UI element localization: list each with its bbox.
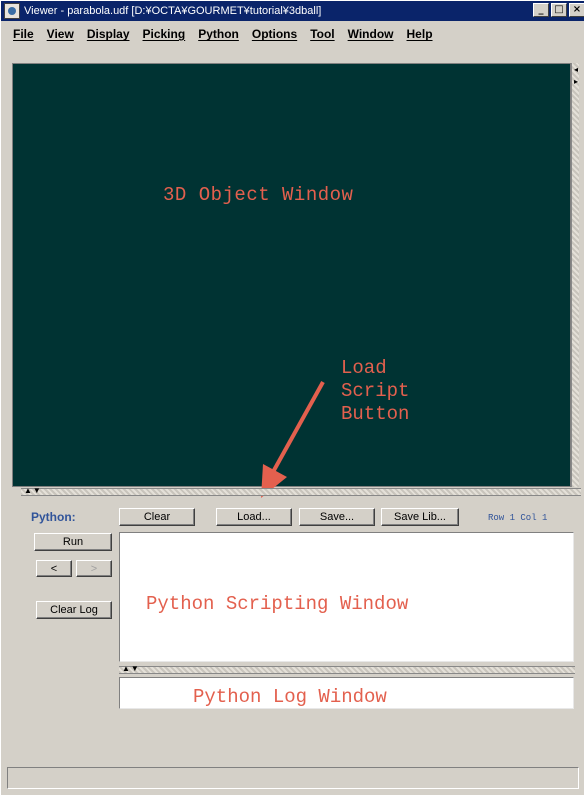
title-bar[interactable]: Viewer - parabola.udf [D:¥OCTA¥GOURMET¥t… bbox=[1, 1, 584, 21]
main-splitter[interactable]: ▲▼ bbox=[21, 486, 581, 496]
window-title: Viewer - parabola.udf [D:¥OCTA¥GOURMET¥t… bbox=[24, 5, 322, 17]
python-splitter[interactable]: ▲▼ bbox=[119, 664, 575, 674]
save-lib-button[interactable]: Save Lib... bbox=[381, 508, 459, 526]
close-button[interactable]: × bbox=[569, 3, 584, 17]
menu-view[interactable]: View bbox=[47, 27, 74, 41]
run-button[interactable]: Run bbox=[34, 533, 112, 551]
scroll-right-icon[interactable]: ▸ bbox=[572, 77, 580, 87]
python-log-window[interactable]: Python Log Window bbox=[119, 677, 574, 709]
maximize-button[interactable]: □ bbox=[551, 3, 567, 17]
status-bar bbox=[7, 767, 579, 789]
clear-log-button[interactable]: Clear Log bbox=[36, 601, 112, 619]
window-controls: _ □ × bbox=[531, 3, 584, 17]
app-icon bbox=[4, 3, 20, 19]
load-script-annotation: Load Script Button bbox=[341, 357, 409, 426]
row-col-indicator: Row 1 Col 1 bbox=[488, 513, 548, 523]
menu-help[interactable]: Help bbox=[407, 27, 433, 41]
log-window-label: Python Log Window bbox=[193, 686, 387, 708]
viewer-scrollbar[interactable]: ◂ ▸ bbox=[571, 63, 579, 487]
annotation-line: Load bbox=[341, 357, 387, 379]
minimize-button[interactable]: _ bbox=[533, 3, 549, 17]
next-button[interactable]: > bbox=[76, 560, 112, 577]
save-button[interactable]: Save... bbox=[299, 508, 375, 526]
previous-button[interactable]: < bbox=[36, 560, 72, 577]
object-window-label: 3D Object Window bbox=[163, 184, 354, 206]
load-button[interactable]: Load... bbox=[216, 508, 292, 526]
splitter-arrows-icon[interactable]: ▲▼ bbox=[24, 486, 42, 495]
menu-bar: File View Display Picking Python Options… bbox=[1, 21, 584, 47]
menu-display[interactable]: Display bbox=[87, 27, 130, 41]
annotation-line: Button bbox=[341, 403, 410, 425]
python-label: Python: bbox=[31, 510, 76, 524]
menu-picking[interactable]: Picking bbox=[143, 27, 186, 41]
menu-python[interactable]: Python bbox=[198, 27, 239, 41]
menu-window[interactable]: Window bbox=[348, 27, 394, 41]
annotation-arrow-icon bbox=[261, 381, 325, 498]
annotation-line: Script bbox=[341, 380, 410, 402]
viewer-window: Viewer - parabola.udf [D:¥OCTA¥GOURMET¥t… bbox=[0, 0, 584, 795]
menu-file[interactable]: File bbox=[13, 27, 34, 41]
clear-button[interactable]: Clear bbox=[119, 508, 195, 526]
python-scripting-window[interactable]: Python Scripting Window bbox=[119, 532, 574, 662]
scripting-window-label: Python Scripting Window bbox=[146, 593, 409, 615]
menu-options[interactable]: Options bbox=[252, 27, 297, 41]
menu-tool[interactable]: Tool bbox=[310, 27, 334, 41]
splitter-arrows-icon[interactable]: ▲▼ bbox=[122, 664, 140, 673]
scroll-up-icon[interactable]: ◂ bbox=[572, 65, 580, 75]
